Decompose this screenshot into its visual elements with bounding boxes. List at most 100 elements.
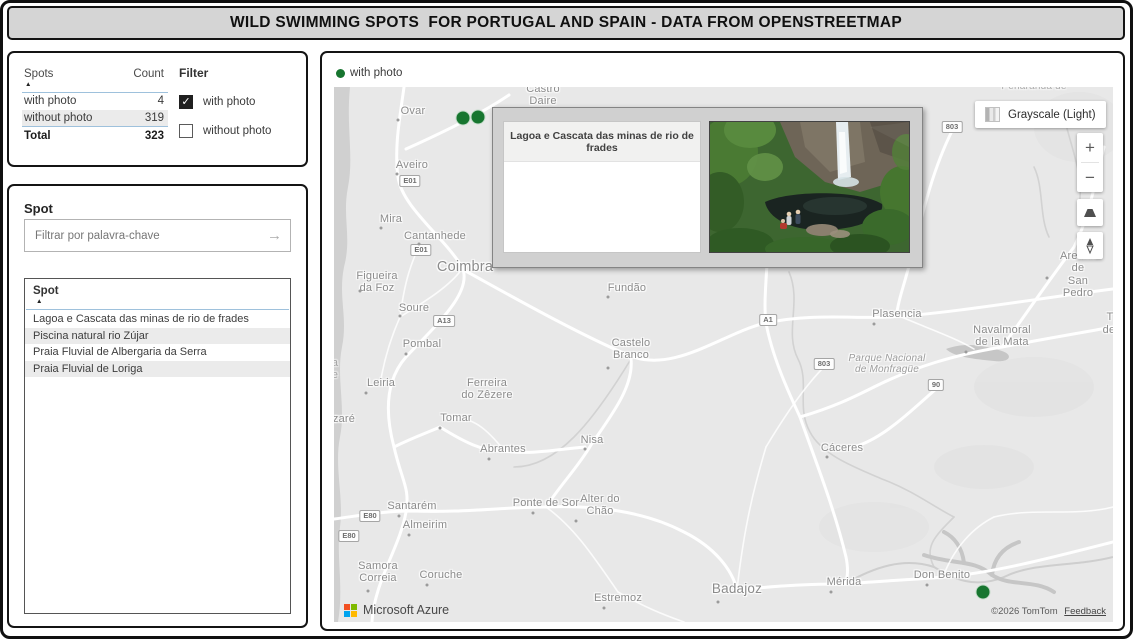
spot-list-rows: Lagoa e Cascata das minas de rio de frad… [25, 311, 290, 377]
tooltip-body [504, 162, 700, 252]
map-canvas[interactable]: OvarCastro DaireAveiroMiraCantanhedeCoim… [334, 87, 1113, 622]
city-marker-icon [575, 520, 578, 523]
summary-table-header: Spots Count ▲ [22, 68, 168, 93]
tooltip-title: Lagoa e Cascata das minas de rio de frad… [504, 122, 700, 162]
map-label: Aveiro [396, 159, 428, 171]
map-label: Plasencia [872, 308, 922, 320]
map-label: Tomar [440, 412, 472, 424]
zoom-in-button[interactable]: + [1077, 133, 1103, 162]
map-label: Ponte de Sor [513, 497, 580, 509]
city-marker-icon [488, 458, 491, 461]
total-count: 323 [145, 129, 164, 144]
city-marker-icon [418, 243, 421, 246]
list-header-divider [26, 309, 289, 310]
swimming-spot-marker[interactable] [456, 111, 471, 126]
tooltip-photo [709, 121, 910, 253]
microsoft-logo-square [344, 604, 350, 610]
checkbox-checked-icon[interactable]: ✓ [179, 95, 193, 109]
feedback-link[interactable]: Feedback [1064, 606, 1106, 617]
pitch-icon [1081, 199, 1099, 226]
map-label: Figueira da Foz [356, 270, 397, 295]
microsoft-logo-icon [344, 604, 357, 617]
map-label: Coimbra [437, 259, 493, 275]
list-item[interactable]: Praia Fluvial de Albergaria da Serra [25, 344, 290, 361]
search-box[interactable]: → [24, 219, 291, 252]
map-label: zaré [334, 413, 355, 425]
swimming-spot-marker[interactable] [976, 585, 991, 600]
map-label: Ferreira do Zêzere [461, 377, 512, 402]
checkbox-unchecked-icon[interactable] [179, 124, 193, 138]
filter-option[interactable]: without photo [179, 124, 271, 138]
compass-icon [1081, 232, 1099, 259]
microsoft-logo-square [344, 611, 350, 617]
map-label: Don Benito [914, 569, 970, 581]
page-title: WILD SWIMMING SPOTS FOR PORTUGAL AND SPA… [7, 6, 1125, 40]
road-shield: E01 [410, 244, 431, 256]
map-label: Nisa [581, 434, 604, 446]
tooltip-card: Lagoa e Cascata das minas de rio de frad… [503, 121, 701, 253]
map-style-button[interactable]: Grayscale (Light) [975, 101, 1106, 128]
list-item[interactable]: Praia Fluvial de Loriga [25, 361, 290, 378]
map-label: a [334, 357, 338, 369]
city-marker-icon [408, 534, 411, 537]
city-marker-icon [826, 456, 829, 459]
map-label: Samora Correia [358, 560, 398, 585]
map-label: Navalmoral de la Mata [973, 324, 1031, 349]
road-shield: E01 [399, 175, 420, 187]
map-label: Ovar [401, 105, 426, 117]
list-item[interactable]: Lagoa e Cascata das minas de rio de frad… [25, 311, 290, 328]
search-input[interactable] [33, 229, 267, 243]
map-label: Mérida [827, 576, 862, 588]
zoom-controls: + − [1077, 133, 1103, 192]
map-label: Cáceres [821, 442, 863, 454]
filter-options: ✓ with photo without photo [179, 95, 271, 138]
column-header-count[interactable]: Count [133, 68, 164, 80]
list-item[interactable]: Piscina natural rio Zújar [25, 328, 290, 345]
road-shield: 803 [814, 358, 835, 370]
spot-list-header[interactable]: Spot [25, 285, 290, 297]
compass-control[interactable] [1077, 232, 1103, 259]
column-header-spots[interactable]: Spots [24, 68, 53, 80]
map-label: Estremoz [594, 592, 642, 604]
map-tooltip: Lagoa e Cascata das minas de rio de frad… [492, 107, 923, 268]
legend-dot-icon [336, 69, 345, 78]
city-marker-icon [367, 590, 370, 593]
summary-table: Spots Count ▲ with photo4without photo31… [22, 68, 168, 145]
city-marker-icon [439, 427, 442, 430]
map-label: de [1103, 324, 1113, 336]
table-row[interactable]: with photo4 [22, 93, 168, 110]
microsoft-logo-square [351, 611, 357, 617]
filter-option-label: with photo [203, 96, 255, 108]
swimming-spot-marker[interactable] [471, 110, 486, 125]
filter-section: Filter ✓with photowithout photo [179, 66, 271, 138]
map-legend: with photo [336, 67, 402, 79]
table-row[interactable]: without photo319 [22, 110, 168, 127]
map-label: Leiria [367, 377, 395, 389]
map-label: Almeirim [403, 519, 447, 531]
pitch-control[interactable] [1077, 199, 1103, 226]
waterfall-photo-art [710, 122, 909, 252]
zoom-out-button[interactable]: − [1077, 163, 1103, 192]
map-label: Abrantes [480, 443, 526, 455]
city-marker-icon [380, 227, 383, 230]
map-style-icon [985, 107, 1000, 122]
map-label: Santarém [387, 500, 436, 512]
azure-brand-label: Microsoft Azure [363, 603, 449, 617]
city-marker-icon [926, 584, 929, 587]
city-marker-icon [603, 607, 606, 610]
city-marker-icon [398, 515, 401, 518]
map-label: Cantanhede [404, 230, 466, 242]
map-label: Pombal [403, 338, 442, 350]
azure-attribution: Microsoft Azure [344, 603, 449, 617]
spot-list: Spot ▲ Lagoa e Cascata das minas de rio … [24, 278, 291, 614]
map-label: Castro Daire [526, 87, 560, 108]
map-label: Coruche [420, 569, 463, 581]
map-label: Castelo Branco [612, 337, 651, 362]
city-marker-icon [405, 353, 408, 356]
microsoft-logo-square [351, 604, 357, 610]
search-submit-icon[interactable]: → [267, 228, 282, 243]
filter-option[interactable]: ✓ with photo [179, 95, 271, 109]
copyright-text: ©2026 TomTom [991, 606, 1058, 617]
spot-filter-card: Spot → Spot ▲ Lagoa e Cascata das minas … [7, 184, 308, 628]
road-shield: A13 [433, 315, 455, 327]
